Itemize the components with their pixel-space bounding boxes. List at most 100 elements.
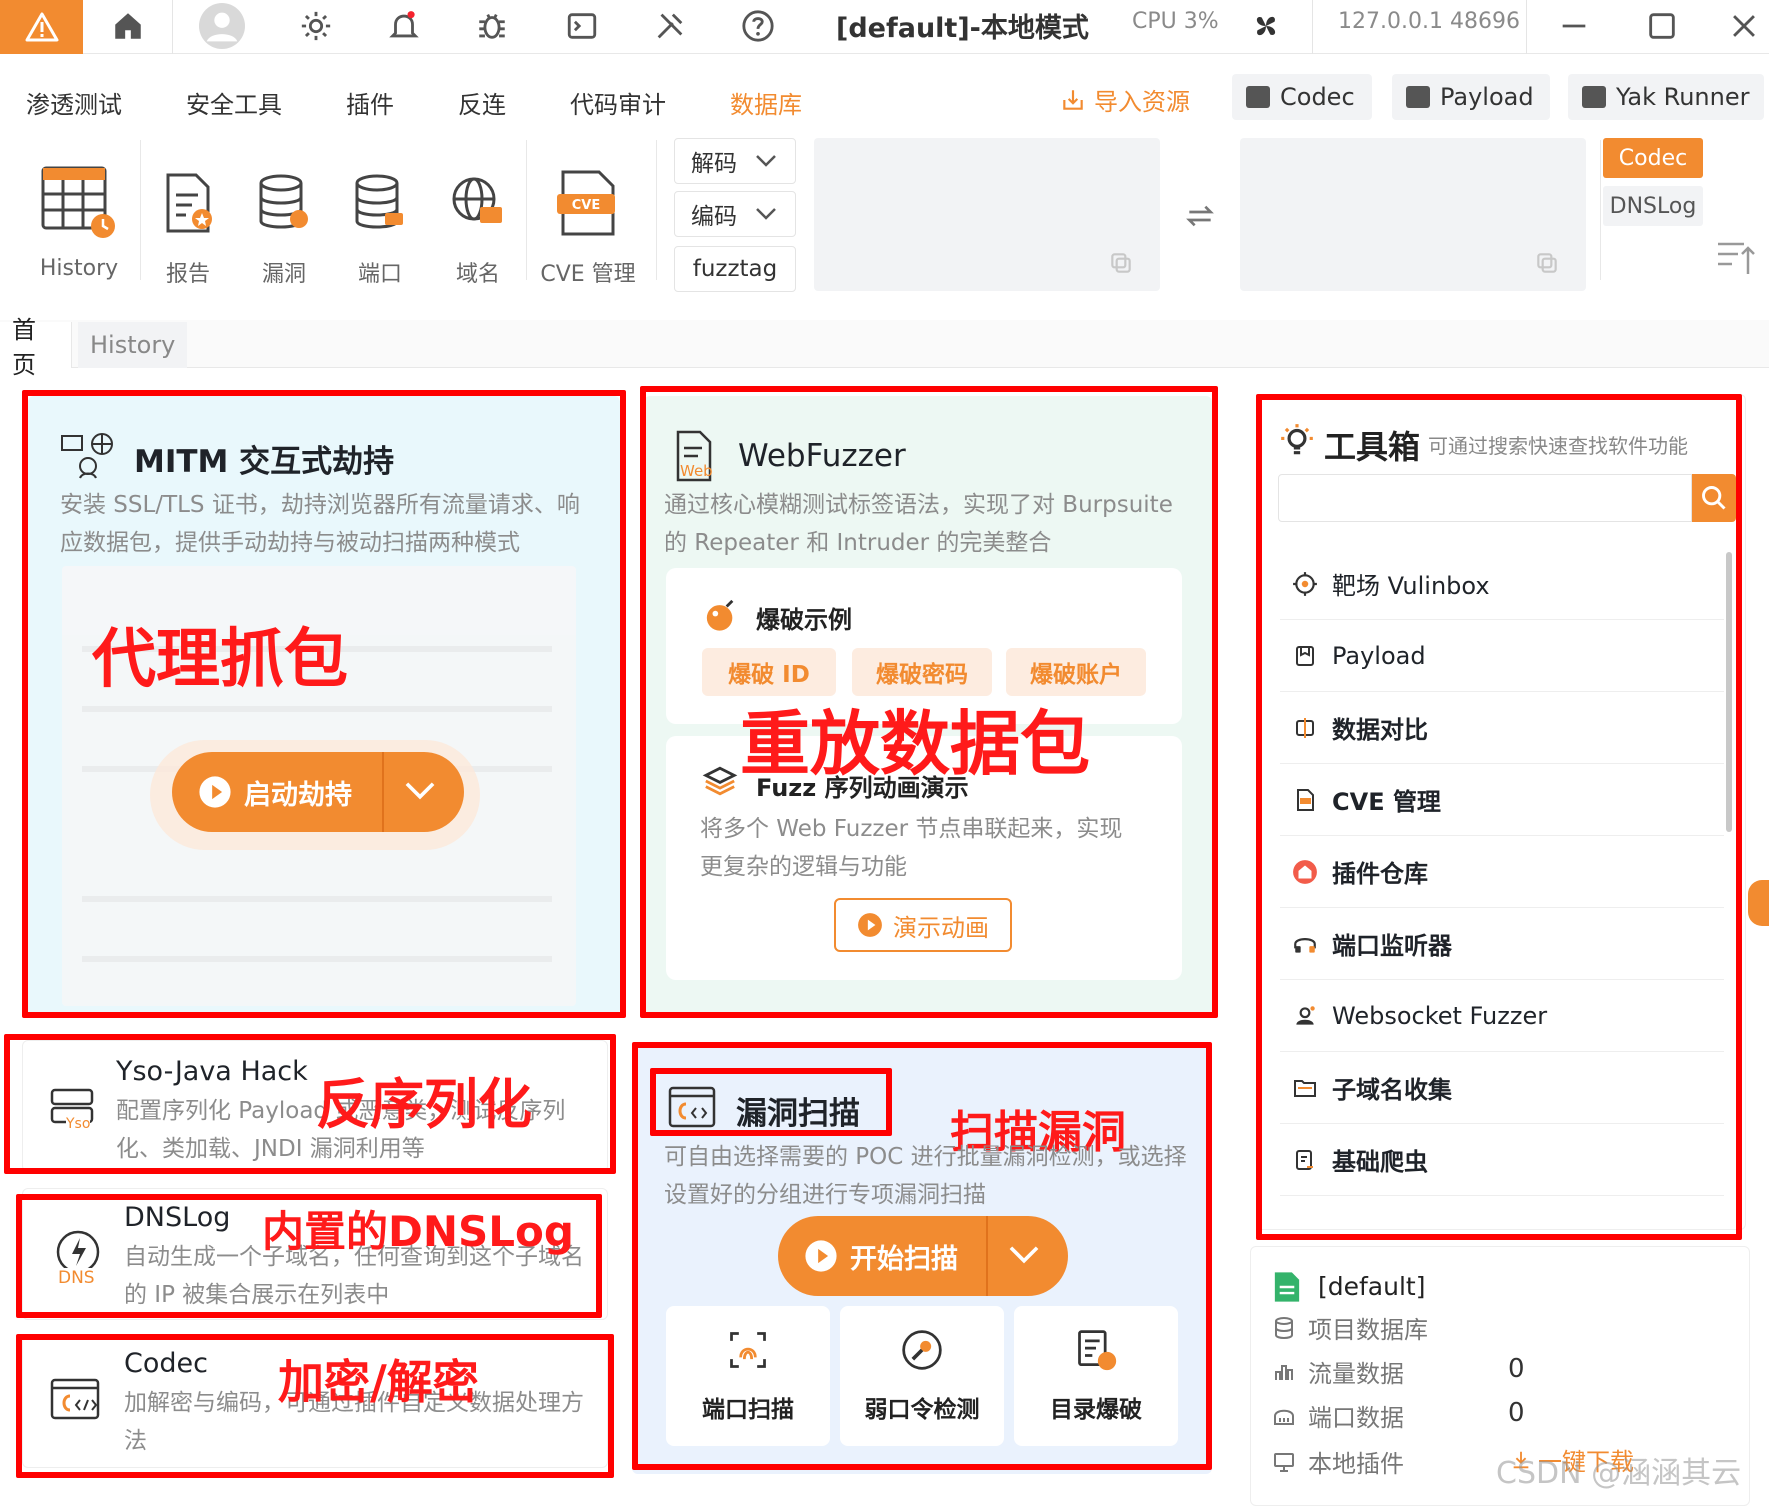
monitor-icon [1274, 1452, 1294, 1472]
tab-home[interactable]: 首页 [0, 316, 72, 379]
highlight-box [16, 1334, 614, 1478]
user-avatar-icon[interactable] [198, 2, 246, 50]
tool-label: 域名 [455, 262, 500, 287]
menu-reverse-connect[interactable]: 反连 [458, 85, 506, 120]
project-file-icon [1272, 1270, 1302, 1308]
swap-icon[interactable] [1184, 200, 1216, 236]
payload-button[interactable]: Payload [1392, 74, 1550, 120]
highlight-box [640, 386, 1218, 1018]
project-row-label: 流量数据 [1308, 1360, 1404, 1388]
decode-label: 解码 [691, 151, 737, 177]
import-resource-button[interactable]: 导入资源 [1060, 82, 1190, 117]
divider [1312, 0, 1313, 54]
copy-icon[interactable] [1534, 250, 1560, 280]
tool-label: History [39, 256, 119, 281]
divider [172, 0, 173, 54]
divider [1600, 140, 1601, 280]
tool-domains[interactable]: 域名 [450, 160, 506, 288]
history-table-icon [34, 160, 124, 246]
yak-runner-button[interactable]: Yak Runner [1568, 74, 1764, 120]
project-row-plugins[interactable]: 本地插件 [1272, 1444, 1404, 1479]
menu-database[interactable]: 数据库 [730, 85, 802, 120]
menu-pentest[interactable]: 渗透测试 [26, 85, 122, 120]
divider [526, 140, 527, 280]
encode-select[interactable]: 编码 [674, 191, 796, 237]
close-icon[interactable] [1726, 8, 1762, 44]
menu-code-audit[interactable]: 代码审计 [570, 85, 666, 120]
tool-label: 漏洞 [261, 262, 306, 287]
tool-label: 端口 [357, 262, 402, 287]
tool-vulns[interactable]: 漏洞 [256, 160, 312, 288]
bell-icon[interactable] [386, 8, 422, 44]
codec-button-label: Codec [1280, 83, 1355, 111]
tool-label: 报告 [165, 262, 210, 287]
project-row-db[interactable]: 项目数据库 [1272, 1310, 1428, 1345]
copy-icon[interactable] [1108, 250, 1134, 280]
tool-history[interactable]: History [34, 160, 124, 281]
title-bar: [default]-本地模式 CPU 3% 127.0.0.1 48696 [0, 0, 1769, 54]
tool-report[interactable]: 报告 [160, 160, 216, 288]
divider [656, 140, 657, 280]
project-name: [default] [1318, 1272, 1426, 1301]
bar-chart-icon [1275, 1364, 1293, 1380]
project-row-label: 项目数据库 [1308, 1316, 1428, 1344]
project-row-traffic[interactable]: 流量数据 [1272, 1354, 1404, 1389]
bug-icon[interactable] [474, 8, 510, 44]
port-icon [1274, 1409, 1294, 1425]
cve-icon: CVE [540, 160, 636, 246]
tab-history[interactable]: History [78, 322, 188, 368]
project-row-value: 0 [1508, 1354, 1525, 1384]
maximize-icon[interactable] [1644, 8, 1680, 44]
codec-button[interactable]: Codec [1232, 74, 1372, 120]
tool-cve[interactable]: CVE CVE 管理 [540, 160, 636, 288]
help-icon[interactable] [740, 8, 776, 44]
import-label: 导入资源 [1094, 88, 1190, 116]
watermark: CSDN @涵涵其云 [1496, 1456, 1742, 1491]
payload-icon [1406, 86, 1430, 108]
decode-select[interactable]: 解码 [674, 138, 796, 184]
tools-icon[interactable] [652, 8, 688, 44]
codec-icon [1246, 86, 1270, 108]
vuln-db-icon [256, 160, 312, 246]
cpu-usage: CPU 3% [1132, 9, 1219, 34]
divider [140, 140, 141, 280]
fuzztag-button[interactable]: fuzztag [674, 246, 796, 292]
highlight-box [16, 1194, 602, 1318]
import-icon [1063, 89, 1083, 110]
chevron-down-icon [756, 155, 776, 167]
menu-plugins[interactable]: 插件 [346, 85, 394, 120]
encode-label: 编码 [691, 204, 737, 230]
globe-icon [450, 160, 506, 246]
terminal-icon[interactable] [564, 8, 600, 44]
project-row-value: 0 [1508, 1398, 1525, 1428]
yak-logo[interactable] [0, 0, 83, 54]
highlight-box [632, 1042, 1212, 1470]
project-row-label: 本地插件 [1308, 1450, 1404, 1478]
settings-icon[interactable] [298, 8, 334, 44]
home-icon[interactable] [110, 8, 146, 44]
highlight-box [22, 390, 626, 1018]
tab-bar [0, 320, 1769, 368]
project-row-label: 端口数据 [1308, 1404, 1404, 1432]
yak-runner-label: Yak Runner [1616, 83, 1750, 111]
engine-status-icon[interactable] [1248, 8, 1284, 44]
engine-host: 127.0.0.1 48696 [1338, 9, 1520, 34]
svg-text:CVE: CVE [572, 198, 600, 213]
divider [1526, 0, 1527, 54]
payload-button-label: Payload [1440, 83, 1534, 111]
highlight-box [4, 1034, 616, 1174]
side-tab-dnslog[interactable]: DNSLog [1603, 186, 1703, 226]
floating-mascot-icon[interactable] [1748, 880, 1769, 926]
mode-title: [default]-本地模式 [836, 13, 1089, 44]
database-icon [1275, 1316, 1293, 1339]
menu-security-tools[interactable]: 安全工具 [186, 85, 282, 120]
port-db-icon [352, 160, 408, 246]
side-tab-codec[interactable]: Codec [1603, 138, 1703, 178]
highlight-box [1256, 394, 1742, 1240]
tool-ports[interactable]: 端口 [352, 160, 408, 288]
report-icon [160, 160, 216, 246]
sort-icon[interactable] [1716, 240, 1756, 280]
minimize-icon[interactable] [1556, 8, 1592, 44]
project-row-ports[interactable]: 端口数据 [1272, 1398, 1404, 1433]
tool-label: CVE 管理 [540, 262, 636, 287]
